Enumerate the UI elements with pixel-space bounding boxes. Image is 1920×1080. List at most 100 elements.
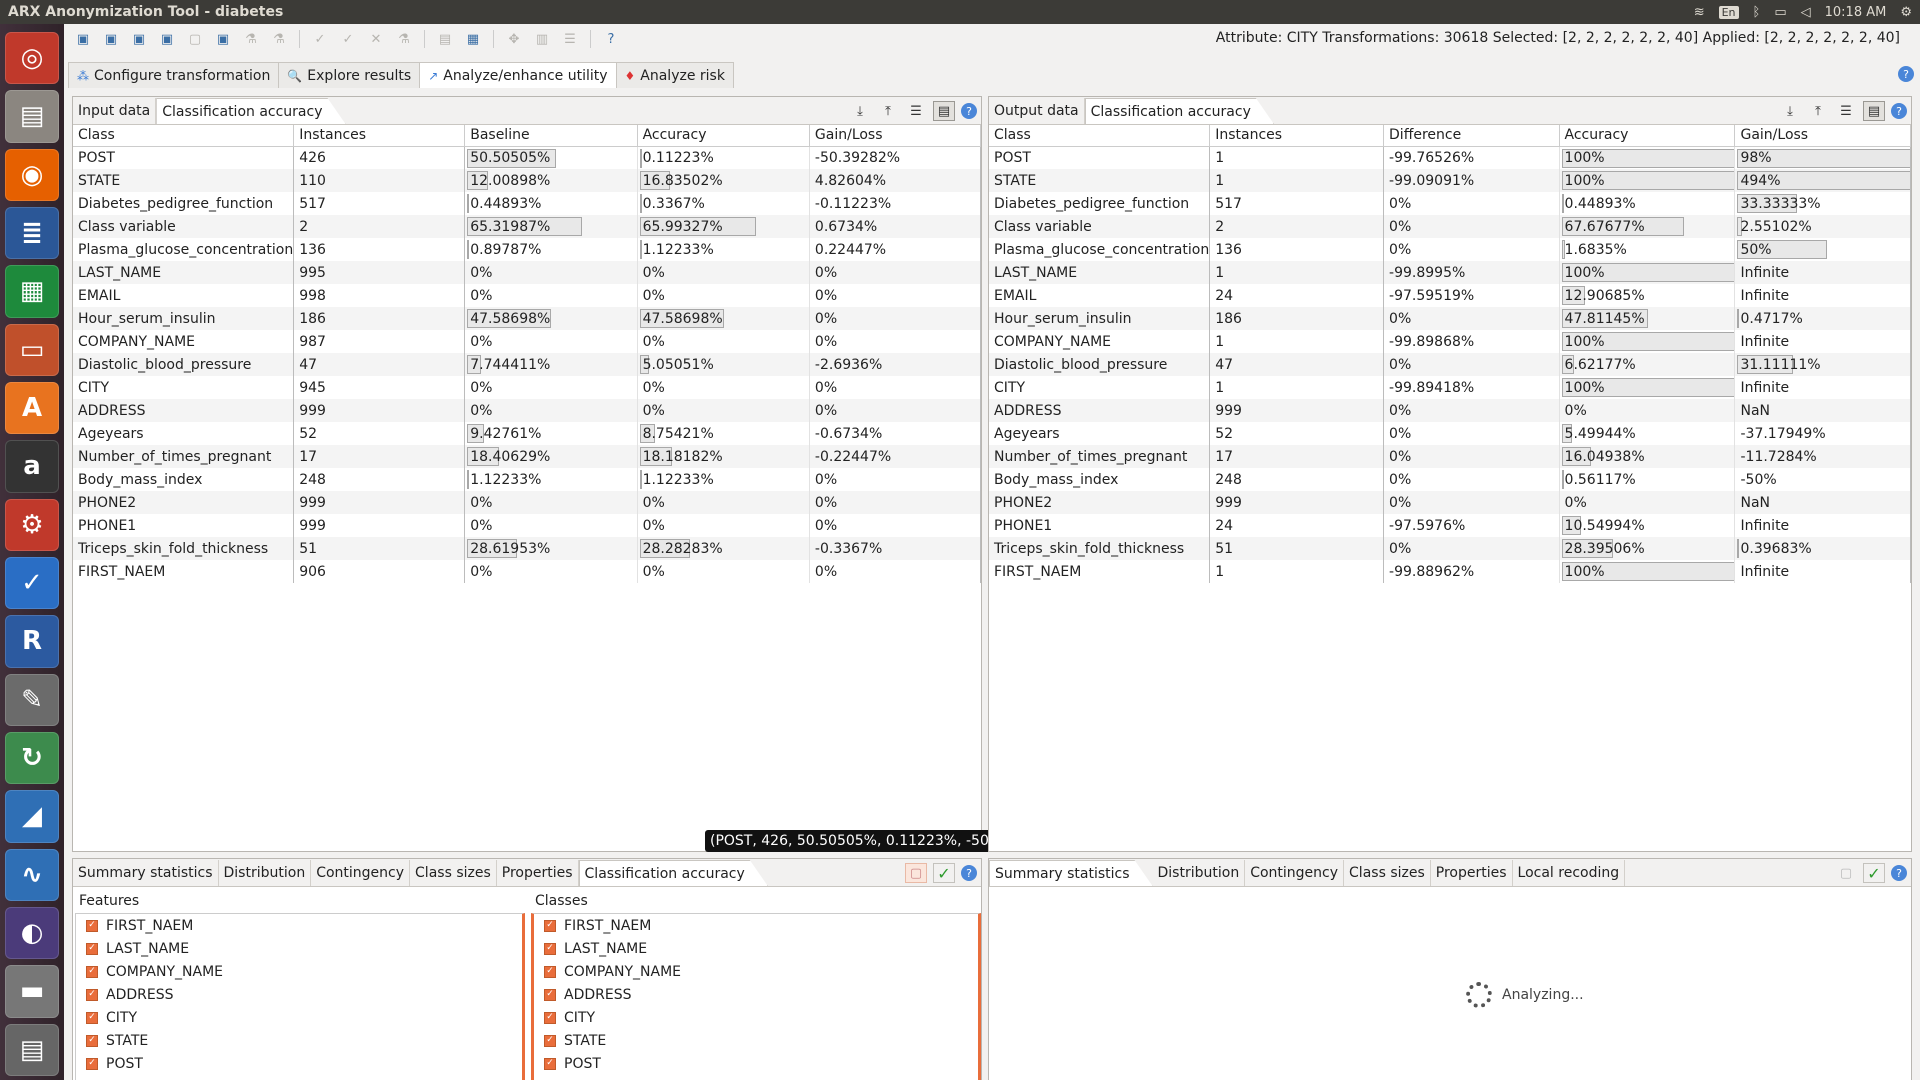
table-row[interactable]: COMPANY_NAME 987 0% 0% 0% bbox=[73, 330, 982, 353]
list-item[interactable]: ✓PHONE1 bbox=[534, 1075, 978, 1080]
help-icon[interactable]: ? bbox=[961, 865, 977, 881]
table-row[interactable]: STATE 110 12.00898% 16.83502% 4.82604% bbox=[73, 169, 982, 192]
table-row[interactable]: COMPANY_NAME 1 -99.89868% 100% Infinite bbox=[989, 330, 1911, 353]
table-row[interactable]: ADDRESS 999 0% 0% 0% bbox=[73, 399, 982, 422]
drive-icon[interactable]: ▬ bbox=[5, 965, 59, 1018]
list-icon[interactable]: ☰ bbox=[559, 28, 581, 50]
files-icon[interactable]: ▤ bbox=[5, 90, 59, 143]
table-row[interactable]: Diastolic_blood_pressure 47 0% 6.62177% 31.1… bbox=[989, 353, 1911, 376]
table-row[interactable]: Hour_serum_insulin 186 0% 47.81145% 0.4717% bbox=[989, 307, 1911, 330]
main-tab-2[interactable]: ↗ Analyze/enhance utility bbox=[419, 62, 617, 88]
table-row[interactable]: PHONE1 24 -97.5976% 10.54994% Infinite bbox=[989, 514, 1911, 537]
copy-icon[interactable]: ▢ bbox=[1835, 863, 1857, 883]
table-row[interactable]: Diabetes_pedigree_function 517 0.44893% 0.3… bbox=[73, 192, 982, 215]
column-header[interactable]: Class bbox=[73, 125, 295, 147]
checkbox-checked-icon[interactable]: ✓ bbox=[86, 942, 98, 955]
apply-check-icon[interactable]: ✓ bbox=[1863, 863, 1885, 883]
list-item[interactable]: ✓ ADDRESS bbox=[76, 983, 522, 1006]
checkbox-checked-icon[interactable]: ✓ bbox=[544, 988, 556, 1001]
main-tab-3[interactable]: ♦ Analyze risk bbox=[615, 62, 734, 88]
battery-icon[interactable]: ▭ bbox=[1774, 5, 1786, 20]
table-row[interactable]: Body_mass_index 248 1.12233% 1.12233% 0% bbox=[73, 468, 982, 491]
table-row[interactable]: Diastolic_blood_pressure 47 7.744411% 5.050… bbox=[73, 353, 982, 376]
list-item[interactable]: ✓ FIRST_NAEM bbox=[534, 914, 978, 937]
table-row[interactable]: Number_of_times_pregnant 17 0% 16.04938% -11… bbox=[989, 445, 1911, 468]
tab-output-data[interactable]: Output data bbox=[989, 98, 1085, 124]
table-row[interactable]: CITY 1 -99.89418% 100% Infinite bbox=[989, 376, 1911, 399]
keyboard-layout[interactable]: En bbox=[1718, 5, 1739, 19]
dash-icon[interactable]: ◎ bbox=[5, 32, 59, 85]
table-icon[interactable]: ▥ bbox=[531, 28, 553, 50]
monitor-icon[interactable]: ∿ bbox=[5, 848, 59, 901]
tab-input-data[interactable]: Input data bbox=[73, 98, 157, 124]
table-row[interactable]: STATE 1 -99.09091% 100% 494% bbox=[989, 169, 1911, 192]
analysis-tab-1[interactable]: Distribution bbox=[1153, 860, 1246, 886]
clock[interactable]: 10:18 AM bbox=[1825, 5, 1887, 20]
table-row[interactable]: POST 426 50.50505% 0.11223% -50.39282% bbox=[73, 146, 982, 169]
classes-list[interactable]: ✓ FIRST_NAEM ✓ LAST_NAME ✓ COMPANY_NAME ✓ ADDRE… bbox=[531, 913, 981, 1080]
calc-icon[interactable]: ▦ bbox=[5, 265, 59, 318]
column-header[interactable]: Instances bbox=[1209, 125, 1385, 147]
power-gear-icon[interactable]: ⚙ bbox=[1900, 5, 1912, 20]
reset-icon[interactable]: ✕ bbox=[365, 28, 387, 50]
analysis-tab-1[interactable]: Distribution bbox=[219, 860, 312, 886]
update-icon[interactable]: ↻ bbox=[5, 731, 59, 785]
table-row[interactable]: Triceps_skin_fold_thickness 51 28.61953% 28… bbox=[73, 537, 982, 560]
main-tab-1[interactable]: 🔍 Explore results bbox=[278, 62, 421, 88]
table-row[interactable]: LAST_NAME 995 0% 0% 0% bbox=[73, 261, 982, 284]
analysis-tab-3[interactable]: Class sizes bbox=[1344, 860, 1431, 886]
help-icon[interactable]: ? bbox=[1898, 66, 1914, 82]
editor-icon[interactable]: ✎ bbox=[5, 673, 59, 726]
column-header[interactable]: Gain/Loss bbox=[1734, 125, 1911, 147]
table-row[interactable]: Class variable 2 65.31987% 65.99327% 0.6734% bbox=[73, 215, 982, 238]
table-row[interactable]: LAST_NAME 1 -99.8995% 100% Infinite bbox=[989, 261, 1911, 284]
table-row[interactable]: Diabetes_pedigree_function 517 0% 0.44893% 3… bbox=[989, 192, 1911, 215]
help-icon[interactable]: ? bbox=[1891, 865, 1907, 881]
sort-up-icon[interactable]: ⤒ bbox=[877, 101, 899, 121]
checkbox-checked-icon[interactable]: ✓ bbox=[544, 965, 556, 978]
list-item[interactable]: ✓ STATE bbox=[534, 1029, 978, 1052]
column-header[interactable]: Accuracy bbox=[637, 125, 810, 147]
eclipse-icon[interactable]: ◐ bbox=[5, 906, 59, 960]
table-view-icon[interactable]: ▤ bbox=[933, 101, 955, 121]
sort-down-icon[interactable]: ⤓ bbox=[849, 101, 871, 121]
column-header[interactable]: Baseline bbox=[464, 125, 638, 147]
list-view-icon[interactable]: ☰ bbox=[1835, 101, 1857, 121]
checkbox-checked-icon[interactable]: ✓ bbox=[86, 1034, 98, 1047]
sort-up-icon[interactable]: ⤒ bbox=[1807, 101, 1829, 121]
main-tab-0[interactable]: ⁂ Configure transformation bbox=[68, 62, 280, 88]
column-header[interactable]: Instances bbox=[293, 125, 466, 147]
copy-icon[interactable]: ▢ bbox=[905, 863, 927, 883]
analysis-tab-3[interactable]: Class sizes bbox=[410, 860, 497, 886]
table-row[interactable]: FIRST_NAEM 1 -99.88962% 100% Infinite bbox=[989, 560, 1911, 583]
r-icon[interactable]: R bbox=[5, 615, 59, 668]
list-item[interactable]: ✓ COMPANY_NAME bbox=[534, 960, 978, 983]
analysis-tab-2[interactable]: Contingency bbox=[1245, 860, 1345, 886]
help-icon[interactable]: ? bbox=[600, 28, 622, 50]
volume-icon[interactable]: ◁ bbox=[1801, 5, 1811, 20]
list-item[interactable]: ✓PHONE1 bbox=[76, 1075, 522, 1080]
column-header[interactable]: Class bbox=[989, 125, 1211, 147]
table-row[interactable]: Class variable 2 0% 67.67677% 2.55102% bbox=[989, 215, 1911, 238]
firefox-icon[interactable]: ◉ bbox=[5, 148, 59, 201]
export-hierarchy-icon[interactable]: ⚗ bbox=[268, 28, 290, 50]
list-item[interactable]: ✓ POST bbox=[76, 1052, 522, 1075]
list-view-icon[interactable]: ☰ bbox=[905, 101, 927, 121]
software-center-icon[interactable]: A bbox=[5, 381, 59, 435]
checkbox-checked-icon[interactable]: ✓ bbox=[86, 965, 98, 978]
wifi-icon[interactable]: ≋ bbox=[1694, 5, 1705, 20]
move-icon[interactable]: ✥ bbox=[503, 28, 525, 50]
analysis-tab-4[interactable]: Properties bbox=[497, 860, 579, 886]
save-as-icon[interactable]: ▣ bbox=[156, 28, 178, 50]
open-project-icon[interactable]: ▣ bbox=[100, 28, 122, 50]
analysis-tab-5[interactable]: Local recoding bbox=[1513, 860, 1626, 886]
column-header[interactable]: Difference bbox=[1383, 125, 1560, 147]
table-row[interactable]: Ageyears 52 9.42761% 8.75421% -0.6734% bbox=[73, 422, 982, 445]
settings-icon[interactable]: ⚙ bbox=[5, 498, 59, 551]
table-row[interactable]: PHONE2 999 0% 0% NaN bbox=[989, 491, 1911, 514]
help-icon[interactable]: ? bbox=[1891, 103, 1907, 119]
help-icon[interactable]: ? bbox=[961, 103, 977, 119]
table-row[interactable]: PHONE1 999 0% 0% 0% bbox=[73, 514, 982, 537]
settings-tool-icon[interactable]: ⚗ bbox=[393, 28, 415, 50]
tab-classification-accuracy[interactable]: Classification accuracy bbox=[1085, 98, 1274, 124]
